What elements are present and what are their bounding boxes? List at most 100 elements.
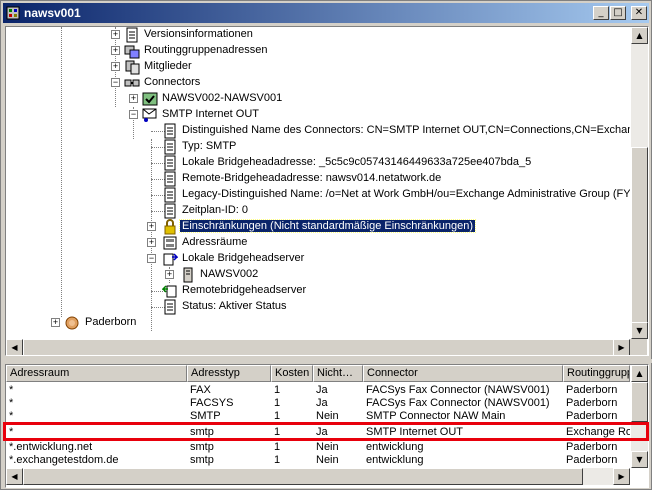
column-header[interactable]: Nicht… [313, 365, 363, 382]
column-header[interactable]: Routinggrupp [563, 365, 630, 382]
tree-item[interactable]: + NAWSV002-NAWSV001 [6, 91, 630, 107]
tree-item[interactable]: + Versionsinformationen [6, 27, 630, 43]
scroll-right-arrow-icon[interactable]: ▶ [613, 339, 630, 355]
cell-nicht: Nein [316, 441, 339, 453]
expand-icon[interactable]: + [111, 30, 120, 39]
tree-item[interactable]: + NAWSV002 [6, 267, 630, 283]
column-header[interactable]: Kosten [271, 365, 313, 382]
tree-item[interactable]: − SMTP Internet OUT [6, 107, 630, 123]
tree-item[interactable]: Distinguished Name des Connectors: CN=SM… [6, 123, 630, 139]
tree-item-label: Connectors [144, 76, 201, 88]
tree-item[interactable]: Zeitplan-ID: 0 [6, 203, 630, 219]
tree-item-label: Paderborn [85, 316, 137, 328]
highlight-annotation [3, 422, 649, 441]
tree-item-label: Mitglieder [144, 60, 192, 72]
expand-icon[interactable]: + [129, 94, 138, 103]
scroll-thumb[interactable] [631, 382, 648, 422]
pane-splitter[interactable] [1, 359, 652, 363]
tree-item[interactable]: + Routinggruppenadressen [6, 43, 630, 59]
scroll-right-arrow-icon[interactable]: ▶ [613, 468, 630, 485]
scroll-left-arrow-icon[interactable]: ◀ [6, 339, 23, 355]
app-icon [6, 6, 20, 20]
column-header[interactable]: Adresstyp [187, 365, 271, 382]
cell-adressraum: *.entwicklung.net [9, 441, 93, 453]
tree-item-label: Lokale Bridgeheadserver [182, 252, 305, 264]
column-header[interactable]: Connector [363, 365, 563, 382]
cell-adresstyp: smtp [190, 441, 214, 453]
tree-item[interactable]: Legacy-Distinguished Name: /o=Net at Wor… [6, 187, 630, 203]
tree-item-label: Zeitplan-ID: 0 [182, 204, 249, 216]
cell-connector: entwicklung [366, 441, 424, 453]
cell-kosten: 1 [274, 454, 281, 466]
table-row[interactable]: *.exchangetestdom.de smtp 1 Nein entwick… [6, 454, 630, 467]
scroll-up-arrow-icon[interactable]: ▲ [631, 27, 648, 44]
tree-item-label: Status: Aktiver Status [182, 300, 287, 312]
tree-item[interactable]: + Paderborn [6, 315, 630, 331]
table-row[interactable]: * FAX 1 Ja FACSys Fax Connector (NAWSV00… [6, 384, 630, 397]
property-icon [164, 171, 176, 187]
expand-icon[interactable]: + [147, 238, 156, 247]
tree-item[interactable]: + Adressräume [6, 235, 630, 251]
tree-item-selected[interactable]: + Einschränkungen (Nicht standardmäßige … [6, 219, 630, 235]
expand-icon[interactable]: + [147, 222, 156, 231]
list-vertical-scrollbar[interactable]: ▲ ▼ [631, 365, 648, 468]
tree-item[interactable]: Status: Aktiver Status [6, 299, 630, 315]
collapse-icon[interactable]: − [147, 254, 156, 263]
column-header[interactable]: Adressraum [6, 365, 187, 382]
scroll-left-arrow-icon[interactable]: ◀ [6, 468, 23, 485]
tree-vertical-scrollbar[interactable]: ▲ ▼ [631, 27, 648, 339]
site-icon [65, 316, 79, 330]
expand-icon[interactable]: + [111, 46, 120, 55]
table-row[interactable]: *.entwicklung.net smtp 1 Nein entwicklun… [6, 441, 630, 454]
tree-item[interactable]: Remotebridgeheadserver [6, 283, 630, 299]
scroll-thumb[interactable] [631, 147, 648, 327]
window-title: nawsv001 [24, 6, 81, 20]
cell-routinggruppe: Paderborn [566, 454, 618, 466]
scroll-up-arrow-icon[interactable]: ▲ [631, 365, 648, 382]
scroll-corner [630, 339, 647, 355]
server-icon [183, 267, 193, 283]
tree-item[interactable]: Lokale Bridgeheadadresse: _5c5c9c0574314… [6, 155, 630, 171]
scroll-thumb[interactable] [23, 339, 615, 355]
expand-icon[interactable]: + [51, 318, 60, 327]
tree-item[interactable]: + Mitglieder [6, 59, 630, 75]
cell-routinggruppe: Paderborn [566, 397, 618, 409]
tree-item-label: NAWSV002 [200, 268, 259, 280]
scroll-thumb[interactable] [23, 468, 583, 485]
tree-item-label: Distinguished Name des Connectors: CN=SM… [182, 124, 630, 136]
tree-item-label: Routinggruppenadressen [144, 44, 268, 56]
tree-pane: + Versionsinformationen + Routinggruppen… [5, 26, 649, 356]
tree-view: + Versionsinformationen + Routinggruppen… [6, 27, 630, 339]
tree-horizontal-scrollbar[interactable]: ◀ ▶ [6, 339, 630, 355]
bridgehead-icon [163, 253, 178, 266]
close-button[interactable]: ✕ [631, 6, 647, 20]
smtp-connector-icon [142, 108, 157, 122]
tree-item[interactable]: − Lokale Bridgeheadserver [6, 251, 630, 267]
tree-item[interactable]: − Connectors [6, 75, 630, 91]
tree-item-label: Remote-Bridgeheadadresse: nawsv014.netat… [182, 172, 442, 184]
scroll-down-arrow-icon[interactable]: ▼ [631, 451, 648, 468]
list-horizontal-scrollbar[interactable]: ◀ ▶ [6, 468, 630, 485]
title-bar[interactable]: nawsv001 _ □ ✕ [3, 3, 649, 23]
tree-item[interactable]: Typ: SMTP [6, 139, 630, 155]
cell-kosten: 1 [274, 441, 281, 453]
cell-connector: FACSys Fax Connector (NAWSV001) [366, 397, 550, 409]
cell-adressraum: *.exchangetestdom.de [9, 454, 119, 466]
minimize-button[interactable]: _ [593, 6, 609, 20]
connector-icon [142, 92, 158, 106]
cell-kosten: 1 [274, 384, 281, 396]
cell-nicht: Ja [316, 384, 328, 396]
cell-connector: FACSys Fax Connector (NAWSV001) [366, 384, 550, 396]
table-row[interactable]: * FACSYS 1 Ja FACSys Fax Connector (NAWS… [6, 397, 630, 410]
cell-nicht: Ja [316, 397, 328, 409]
cell-kosten: 1 [274, 397, 281, 409]
property-icon [164, 203, 176, 219]
expand-icon[interactable]: + [165, 270, 174, 279]
collapse-icon[interactable]: − [129, 110, 138, 119]
property-icon [164, 155, 176, 171]
maximize-button[interactable]: □ [610, 6, 626, 20]
tree-item[interactable]: Remote-Bridgeheadadresse: nawsv014.netat… [6, 171, 630, 187]
collapse-icon[interactable]: − [111, 78, 120, 87]
scroll-down-arrow-icon[interactable]: ▼ [631, 322, 648, 339]
expand-icon[interactable]: + [111, 62, 120, 71]
